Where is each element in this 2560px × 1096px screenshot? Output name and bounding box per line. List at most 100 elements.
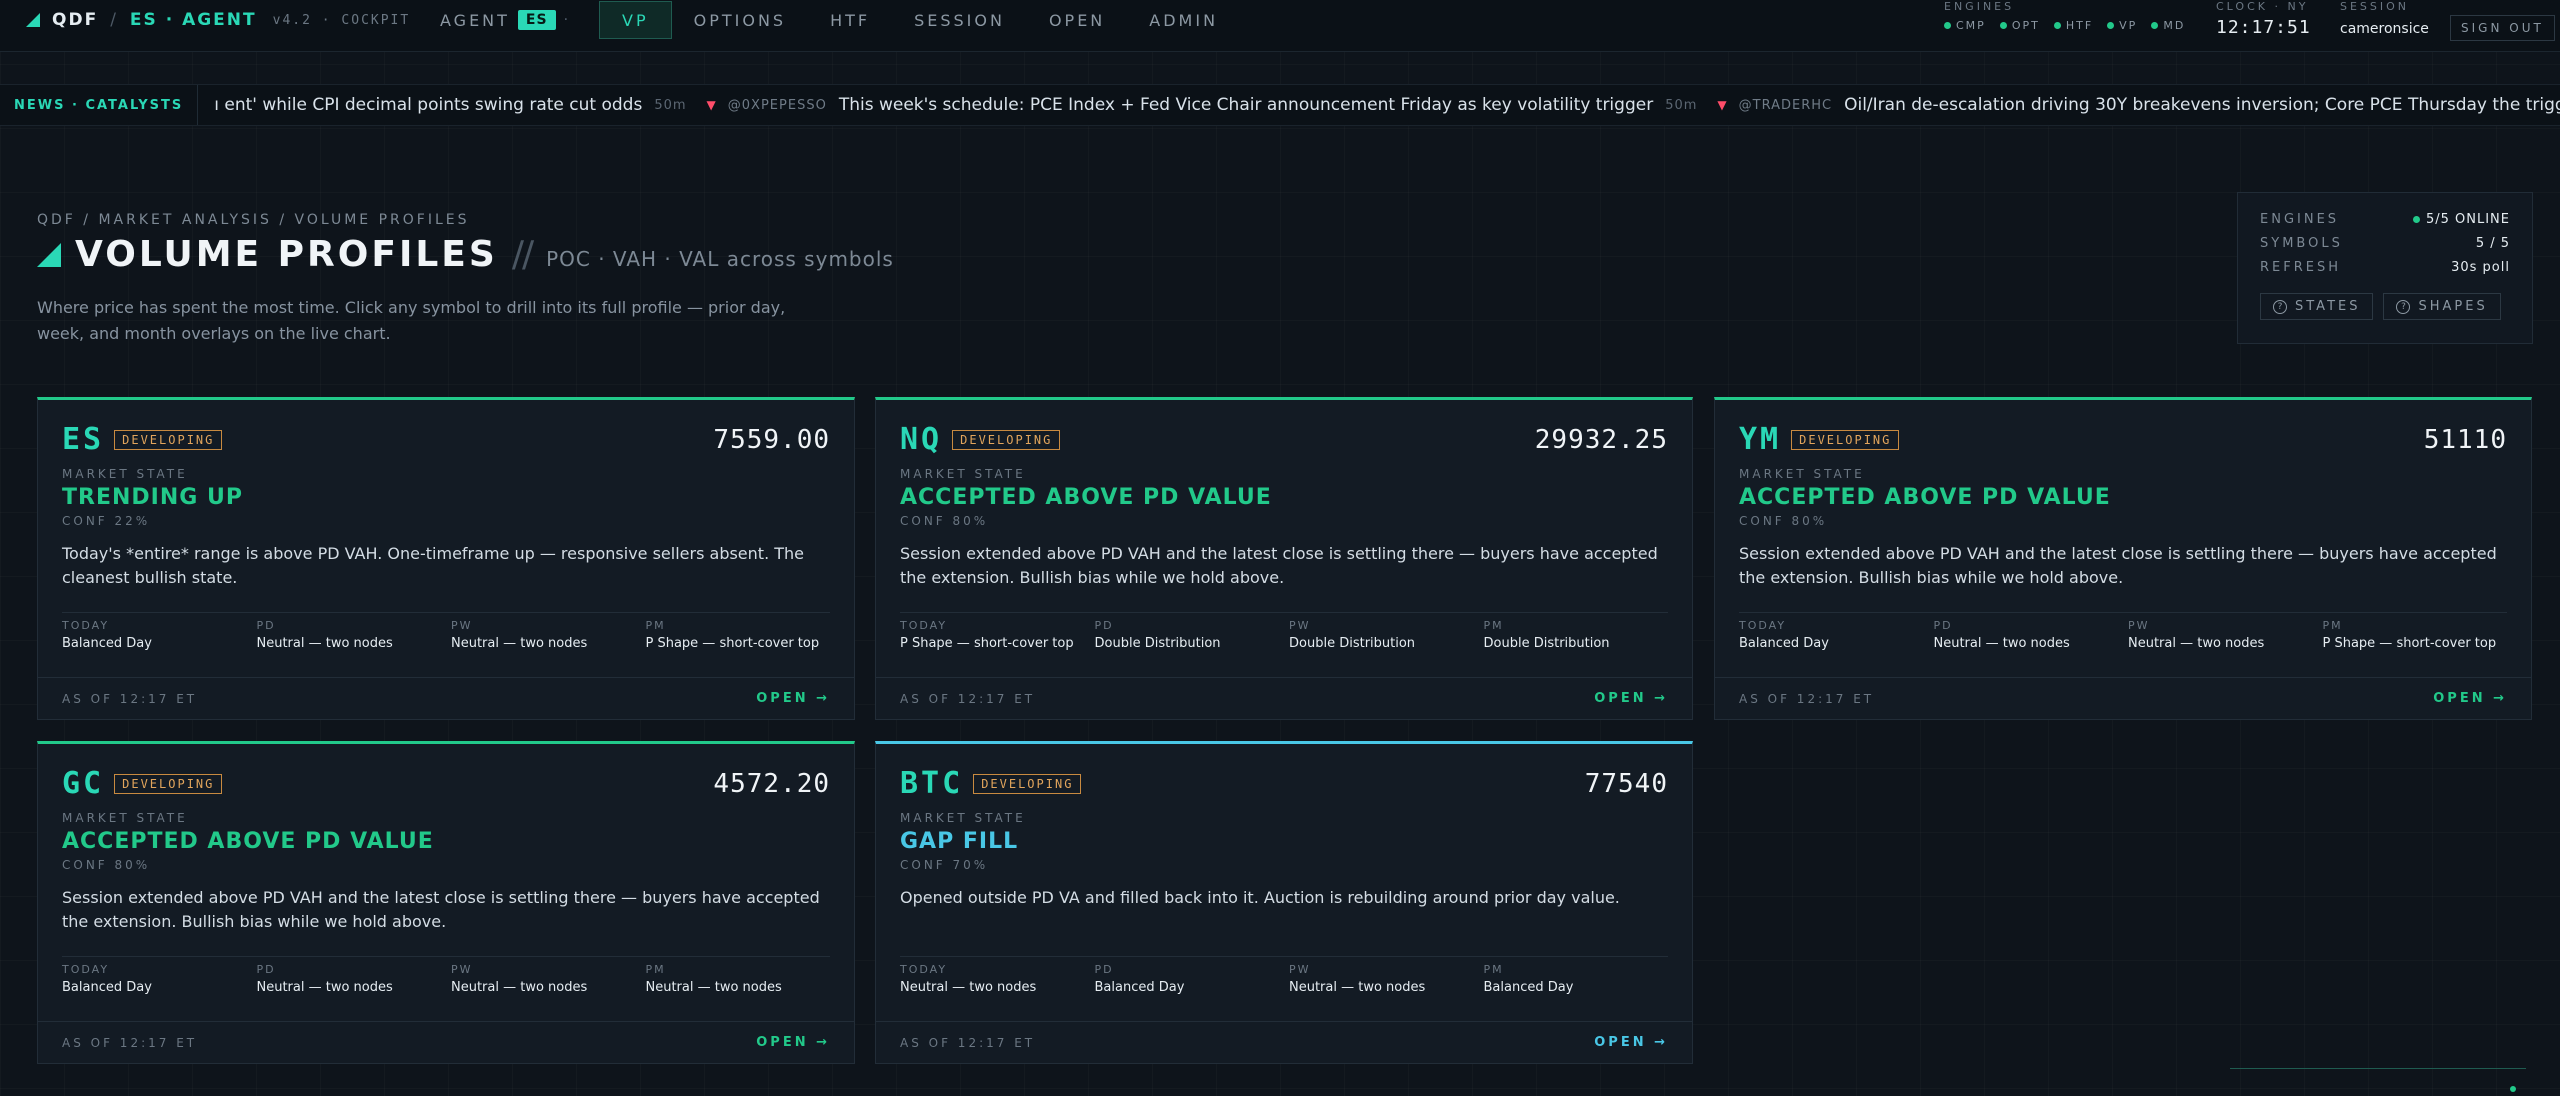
shape-pm: Neutral — two nodes	[645, 980, 782, 995]
stat-engines-label: ENGINES	[2260, 211, 2340, 227]
open-link[interactable]: OPEN →	[756, 1035, 830, 1050]
agent-selector-label: AGENT	[440, 10, 510, 30]
shape-today: P Shape — short-cover top	[900, 636, 1074, 651]
engine-cmp-label: CMP	[1956, 19, 1986, 32]
profile-shapes: TODAY P Shape — short-cover top PD Double D…	[900, 612, 1668, 662]
symbol-card-nq[interactable]: NQ DEVELOPING 29932.25 MARKET STATE ACCEPTED…	[875, 397, 1693, 720]
open-link[interactable]: OPEN →	[2433, 691, 2507, 706]
market-state-label: MARKET STATE	[62, 467, 188, 481]
session: SESSION cameronsice	[2340, 0, 2429, 37]
open-link[interactable]: OPEN →	[1594, 691, 1668, 706]
shape-label-today: TODAY	[900, 963, 948, 976]
shape-pd: Neutral — two nodes	[256, 980, 393, 995]
status-dot-icon	[2151, 22, 2159, 29]
stat-symbols-value: 5 / 5	[2475, 235, 2510, 251]
confidence: CONF 80%	[62, 858, 151, 872]
shape-label-pd: PD	[1094, 963, 1114, 976]
engine-md-label: MD	[2163, 19, 2186, 32]
main-nav: AGENT ES · VP OPTIONS HTF SESSION OPEN A…	[418, 0, 1240, 40]
engine-status: ENGINES CMP OPT HTF VP MD	[1944, 0, 2185, 32]
stats-panel: ENGINES 5/5 ONLINE SYMBOLS 5 / 5 REFRESH…	[2237, 192, 2533, 344]
as-of-time: AS OF 12:17 ET	[900, 1035, 1036, 1050]
shape-label-pm: PM	[2322, 619, 2343, 632]
card-symbol: NQ	[900, 422, 943, 457]
state-explanation: Session extended above PD VAH and the la…	[1739, 544, 2497, 587]
profile-shapes: TODAY Balanced Day PD Neutral — two nodes PW…	[62, 612, 830, 662]
news-ticker: NEWS · CATALYSTS ı ent' while CPI decima…	[0, 84, 2560, 126]
confidence: CONF 80%	[1739, 514, 1828, 528]
card-price: 7559.00	[713, 424, 830, 455]
confidence: CONF 70%	[900, 858, 989, 872]
agent-symbol-pill: ES	[517, 10, 556, 30]
ticker-item[interactable]: ▼ @TRADERHC Oil/Iran de-escalation drivi…	[1717, 95, 2560, 115]
open-link[interactable]: OPEN →	[756, 691, 830, 706]
shape-pw: Neutral — two nodes	[2128, 636, 2265, 651]
shapes-button[interactable]: ? SHAPES	[2383, 293, 2501, 320]
ticker-item[interactable]: ı ent' while CPI decimal points swing ra…	[214, 95, 686, 115]
open-link[interactable]: OPEN →	[1594, 1035, 1668, 1050]
stat-engines: ENGINES 5/5 ONLINE	[2260, 207, 2510, 231]
market-state: ACCEPTED ABOVE PD VALUE	[62, 829, 434, 854]
symbol-card-es[interactable]: ES DEVELOPING 7559.00 MARKET STATE TRENDING …	[37, 397, 855, 720]
ticker-text: ı ent' while CPI decimal points swing ra…	[214, 95, 643, 115]
shape-pw: Neutral — two nodes	[451, 980, 588, 995]
breadcrumb[interactable]: QDF / MARKET ANALYSIS / VOLUME PROFILES	[37, 212, 470, 228]
shape-label-pw: PW	[2128, 619, 2150, 632]
engines-label: ENGINES	[1944, 0, 2015, 13]
shape-label-today: TODAY	[62, 963, 110, 976]
nav-htf[interactable]: HTF	[808, 0, 892, 40]
page-description: Where price has spent the most time. Cli…	[37, 298, 786, 343]
corner-divider	[2230, 1068, 2526, 1069]
status-badge: DEVELOPING	[114, 429, 223, 450]
stat-symbols: SYMBOLS 5 / 5	[2260, 231, 2510, 255]
market-state-label: MARKET STATE	[1739, 467, 1865, 481]
shape-label-pm: PM	[645, 963, 666, 976]
brand-version: v4.2 · COCKPIT	[272, 12, 411, 28]
ticker-age: 50m	[654, 97, 687, 113]
symbol-card-ym[interactable]: YM DEVELOPING 51110 MARKET STATE ACCEPTED AB…	[1714, 397, 2532, 720]
ticker-user: @0XPEPESSO	[727, 97, 827, 113]
nav-vp[interactable]: VP	[599, 1, 672, 39]
ticker-text: Oil/Iran de-escalation driving 30Y break…	[1844, 95, 2560, 115]
logo-icon	[26, 13, 40, 27]
shape-label-pw: PW	[1289, 619, 1311, 632]
page-subtitle: POC · VAH · VAL across symbols	[546, 247, 894, 271]
ticker-item[interactable]: ▼ @0XPEPESSO This week's schedule: PCE I…	[707, 95, 1698, 115]
symbol-card-btc[interactable]: BTC DEVELOPING 77540 MARKET STATE GAP FILL CO…	[875, 741, 1693, 1064]
status-badge: DEVELOPING	[973, 773, 1082, 794]
status-dot-icon	[2053, 22, 2061, 29]
clock-time: 12:17:51	[2216, 17, 2311, 38]
shape-label-pw: PW	[451, 619, 473, 632]
status-dot-icon	[2107, 22, 2115, 29]
nav-open[interactable]: OPEN	[1027, 0, 1127, 40]
market-state: TRENDING UP	[62, 485, 243, 510]
market-state: ACCEPTED ABOVE PD VALUE	[900, 485, 1272, 510]
card-symbol: ES	[62, 422, 105, 457]
brand-agent: ES · AGENT	[129, 10, 257, 30]
status-dot-icon	[1944, 22, 1951, 29]
states-button[interactable]: ? STATES	[2260, 293, 2374, 320]
sign-out-button[interactable]: SIGN OUT	[2450, 15, 2555, 41]
status-dot-icon	[1999, 22, 2007, 29]
nav-admin[interactable]: ADMIN	[1127, 0, 1240, 40]
clock: CLOCK · NY 12:17:51	[2216, 0, 2311, 38]
engine-md: MD	[2151, 19, 2185, 32]
agent-selector[interactable]: AGENT ES ·	[418, 0, 599, 40]
page-title-row: VOLUME PROFILES // POC · VAH · VAL acros…	[37, 234, 894, 275]
brand[interactable]: QDF / ES · AGENT v4.2 · COCKPIT	[26, 10, 410, 30]
engine-htf: HTF	[2053, 19, 2093, 32]
symbol-card-gc[interactable]: GC DEVELOPING 4572.20 MARKET STATE ACCEPTED …	[37, 741, 855, 1064]
shape-pw: Neutral — two nodes	[1289, 980, 1426, 995]
confidence: CONF 80%	[900, 514, 989, 528]
profile-shapes: TODAY Balanced Day PD Neutral — two nodes PW…	[62, 956, 830, 1006]
engine-vp-label: VP	[2119, 19, 2138, 32]
nav-options[interactable]: OPTIONS	[672, 0, 808, 40]
status-badge: DEVELOPING	[1791, 429, 1900, 450]
shape-pw: Double Distribution	[1289, 636, 1416, 651]
page-title: VOLUME PROFILES	[75, 234, 498, 275]
ticker-age: 50m	[1665, 97, 1698, 113]
shape-label-pd: PD	[1933, 619, 1953, 632]
nav-session[interactable]: SESSION	[892, 0, 1027, 40]
card-symbol: GC	[62, 766, 105, 801]
stat-refresh: REFRESH 30s poll	[2260, 255, 2510, 279]
